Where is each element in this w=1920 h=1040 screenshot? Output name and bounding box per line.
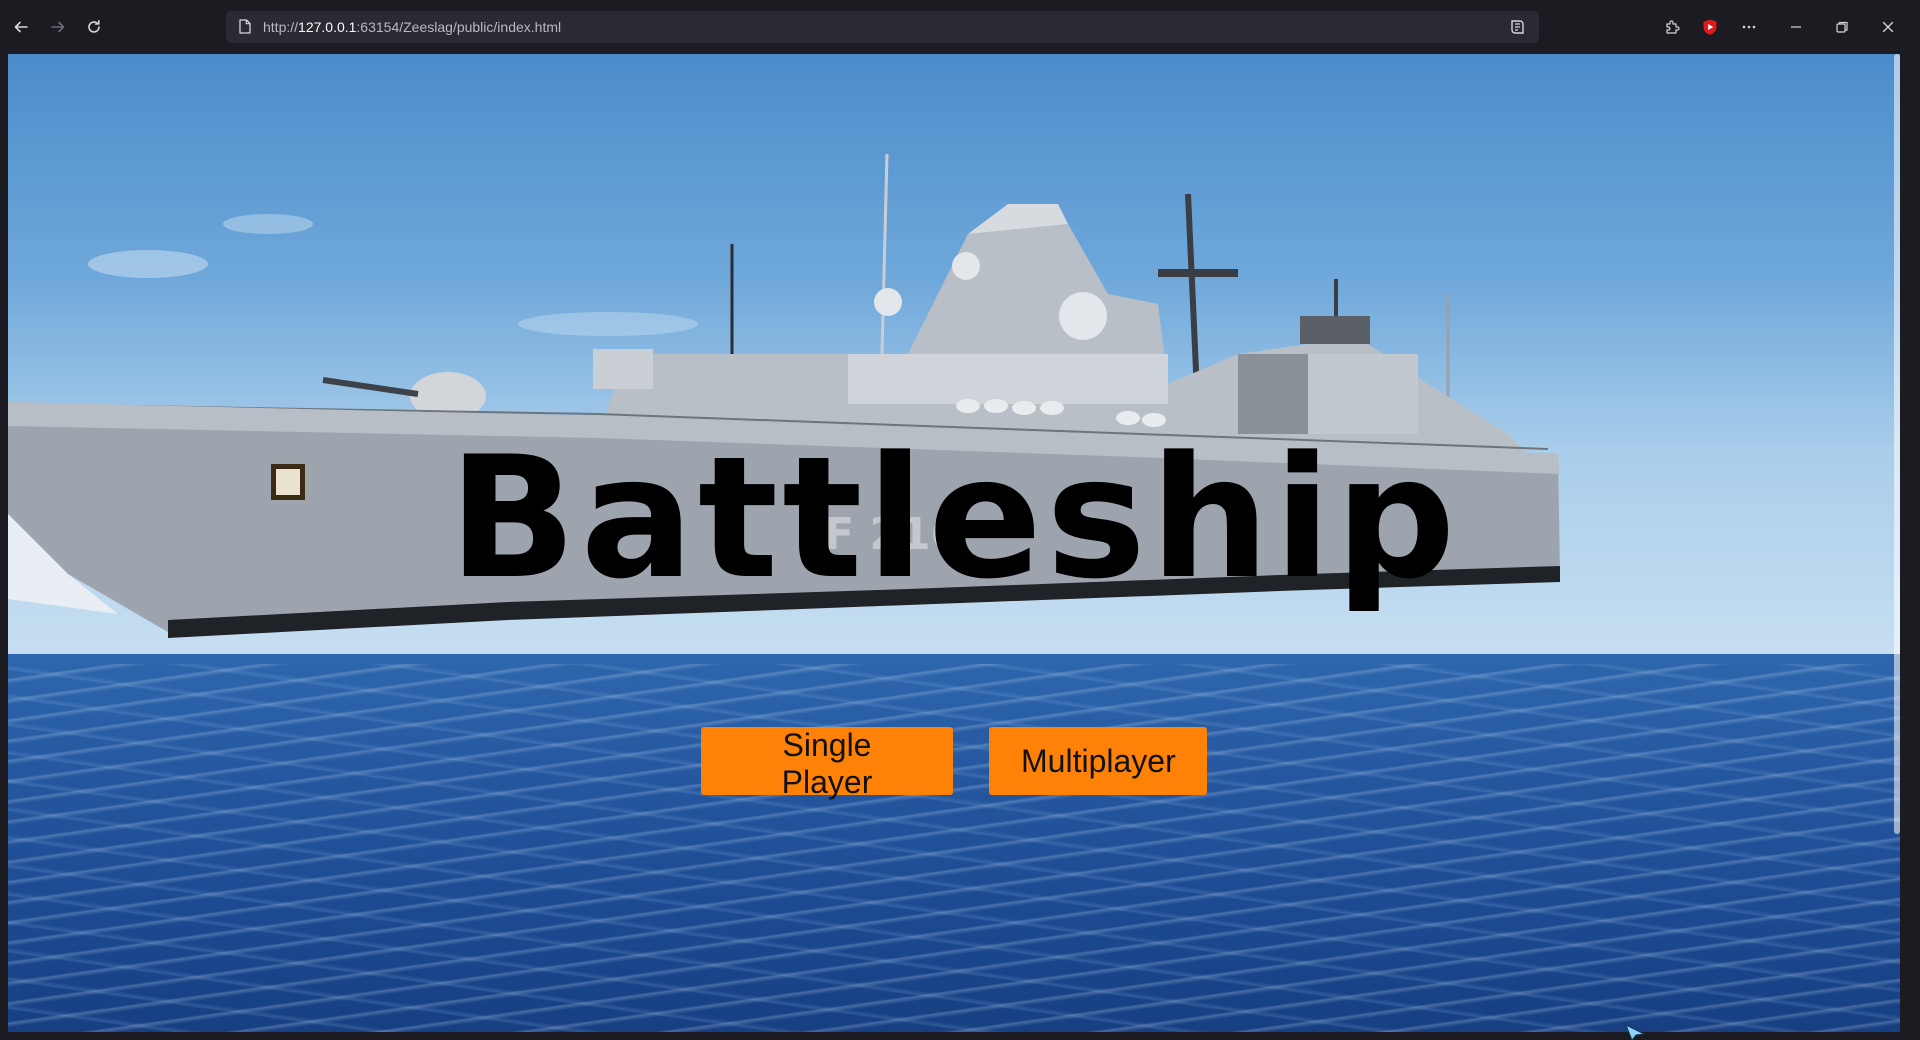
restore-icon	[1836, 21, 1848, 33]
vertical-scrollbar[interactable]	[1894, 54, 1900, 834]
restore-button[interactable]	[1828, 13, 1856, 41]
url-path: :63154/Zeeslag/public/index.html	[356, 19, 562, 35]
extensions-button[interactable]	[1658, 13, 1686, 41]
arrow-right-icon	[51, 21, 65, 33]
mode-button-row: Single Player Multiplayer	[8, 727, 1900, 800]
browser-toolbar: http://127.0.0.1:63154/Zeeslag/public/in…	[0, 0, 1920, 54]
url-prefix: http://	[263, 19, 299, 35]
mouse-cursor-icon	[1625, 1024, 1646, 1040]
page-title: Battleship	[448, 420, 1460, 616]
minimize-icon	[1791, 26, 1801, 28]
close-icon	[1882, 21, 1894, 33]
more-icon	[1742, 25, 1756, 29]
reload-icon	[88, 20, 100, 33]
back-button[interactable]	[8, 14, 34, 40]
minimize-button[interactable]	[1782, 13, 1810, 41]
browser-window: http://127.0.0.1:63154/Zeeslag/public/in…	[0, 0, 1920, 1040]
youtube-extension-icon	[1703, 19, 1717, 35]
page-icon	[239, 19, 251, 34]
reader-view-icon[interactable]	[1509, 18, 1527, 36]
single-player-button[interactable]: Single Player	[701, 727, 953, 800]
close-window-button[interactable]	[1874, 13, 1902, 41]
address-bar[interactable]: http://127.0.0.1:63154/Zeeslag/public/in…	[226, 11, 1539, 43]
url-host: 127.0.0.1	[298, 19, 357, 35]
youtube-extension-button[interactable]	[1696, 13, 1724, 41]
app-menu-button[interactable]	[1735, 13, 1763, 41]
forward-button[interactable]	[45, 14, 71, 40]
arrow-left-icon	[14, 21, 28, 33]
puzzle-icon	[1666, 20, 1680, 34]
url-text[interactable]: http://127.0.0.1:63154/Zeeslag/public/in…	[263, 11, 561, 43]
multiplayer-button[interactable]: Multiplayer	[989, 727, 1207, 795]
page-viewport: F 216 Battleship Single Player Multiplay…	[8, 54, 1900, 1032]
reload-button[interactable]	[81, 14, 107, 40]
